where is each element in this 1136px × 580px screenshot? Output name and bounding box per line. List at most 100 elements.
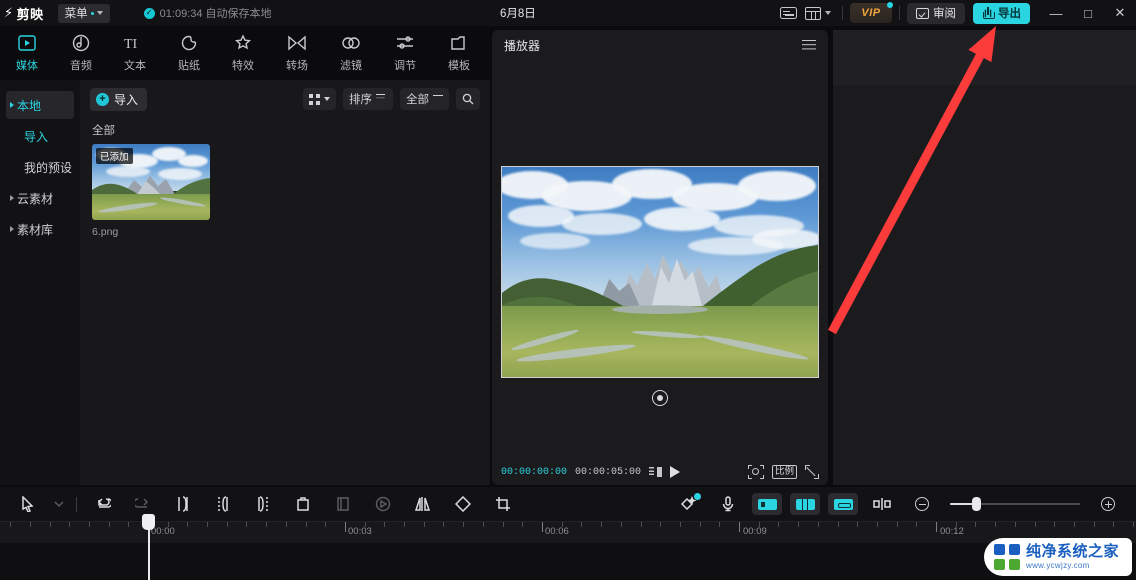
- close-button[interactable]: ✕: [1104, 0, 1136, 26]
- split-track-icon[interactable]: [862, 489, 902, 519]
- media-item-card[interactable]: 已添加 6.png: [92, 144, 210, 238]
- cursor-dropdown-icon[interactable]: [48, 489, 70, 519]
- tab-filter[interactable]: 滤镜: [324, 28, 378, 78]
- export-button[interactable]: 导出: [973, 2, 1030, 24]
- sort-button[interactable]: 排序: [343, 88, 393, 110]
- sort-label: 排序: [349, 94, 372, 106]
- fit-to-screen-icon[interactable]: [747, 465, 764, 479]
- zoom-out-icon[interactable]: [902, 489, 942, 519]
- upload-icon: [982, 7, 995, 19]
- zoom-slider[interactable]: [950, 497, 1080, 511]
- player-panel: 播放器 00:00:00:00 00:00:05:00 比例: [492, 30, 828, 485]
- play-icon[interactable]: [670, 466, 681, 478]
- ruler-tick-minor: [286, 522, 287, 527]
- player-controls: 00:00:00:00 00:00:05:00 比例: [492, 459, 828, 485]
- split-icon[interactable]: [163, 489, 203, 519]
- chevron-right-icon: [10, 195, 14, 201]
- slider-handle[interactable]: [972, 497, 981, 511]
- ruler-tick-minor: [719, 522, 720, 527]
- maximize-button[interactable]: □: [1072, 0, 1104, 26]
- jianying-editor-window: ⚡ 剪映 菜单 ✓ 01:09:34 自动保存本地 6月8日 VIP 审阅 导出…: [0, 0, 1136, 580]
- delete-icon[interactable]: [283, 489, 323, 519]
- microphone-icon[interactable]: [708, 489, 748, 519]
- svg-text:TI: TI: [124, 37, 138, 51]
- hamburger-icon[interactable]: [802, 39, 816, 51]
- menu-button[interactable]: 菜单: [57, 3, 110, 23]
- grid-view-button[interactable]: [303, 88, 336, 110]
- ruler-tick-minor: [503, 522, 504, 527]
- ruler-tick-minor: [1035, 522, 1036, 527]
- tab-template[interactable]: 模板: [432, 28, 486, 78]
- search-button[interactable]: [456, 88, 480, 110]
- ruler-tick-minor: [916, 522, 917, 527]
- sort-icon: [376, 94, 387, 104]
- sidebar-item-my-presets[interactable]: 我的预设: [6, 153, 74, 181]
- select-cursor-icon[interactable]: [8, 489, 48, 519]
- ruler-tick-minor: [30, 522, 31, 527]
- clip-tool-3-icon[interactable]: [828, 493, 858, 515]
- tab-audio[interactable]: 音频: [54, 28, 108, 78]
- vip-button[interactable]: VIP: [850, 2, 893, 23]
- tab-adjust[interactable]: 调节: [378, 28, 432, 78]
- trim-left-icon[interactable]: [203, 489, 243, 519]
- ruler-tick-minor: [89, 522, 90, 527]
- sticker-icon: [180, 33, 198, 53]
- sidebar-item-cloud-material[interactable]: 云素材: [6, 184, 74, 212]
- ruler-label: 00:00: [151, 526, 175, 537]
- frames-icon[interactable]: [649, 467, 663, 477]
- clip-tool-1-icon[interactable]: [752, 493, 782, 515]
- sidebar-item-material-library[interactable]: 素材库: [6, 215, 74, 243]
- zoom-in-icon[interactable]: [1088, 489, 1128, 519]
- divider: [842, 6, 843, 20]
- chevron-down-icon: [96, 11, 103, 15]
- timeline-ruler[interactable]: 00:00 00:03 00:06 00:09 00:12: [0, 521, 1136, 543]
- trim-right-icon[interactable]: [243, 489, 283, 519]
- freeze-frame-icon[interactable]: [323, 489, 363, 519]
- rotate-icon[interactable]: [443, 489, 483, 519]
- watermark-logo-icon: [994, 544, 1020, 570]
- sidebar-item-import[interactable]: 导入: [6, 122, 74, 150]
- close-icon: ✕: [1114, 5, 1126, 20]
- import-button[interactable]: + 导入: [90, 87, 148, 111]
- tab-media[interactable]: 媒体: [0, 28, 54, 78]
- transition-icon: [287, 33, 307, 53]
- ruler-tick-major: [739, 522, 740, 532]
- filter-button[interactable]: 全部: [400, 88, 449, 110]
- sidebar-item-local[interactable]: 本地: [6, 91, 74, 119]
- ruler-tick-minor: [207, 522, 208, 527]
- tool-tabs: 媒体 音频 TI 文本 贴纸 特效 转场 滤镜 调节 模板: [0, 26, 490, 80]
- divider: [899, 6, 900, 20]
- ruler-label: 00:03: [348, 526, 372, 537]
- tab-sticker[interactable]: 贴纸: [162, 28, 216, 78]
- video-preview[interactable]: [501, 166, 819, 378]
- clip-tool-2-icon[interactable]: [790, 493, 820, 515]
- auto-keyframe-icon[interactable]: [668, 489, 708, 519]
- library-sidebar: 本地 导入 我的预设 云素材 素材库: [0, 80, 80, 485]
- review-button[interactable]: 审阅: [907, 2, 965, 24]
- speed-icon[interactable]: [363, 489, 403, 519]
- playhead-handle[interactable]: [142, 514, 155, 530]
- tab-text[interactable]: TI 文本: [108, 28, 162, 78]
- undo-icon[interactable]: [83, 489, 123, 519]
- tab-effects-label: 特效: [232, 60, 254, 72]
- review-label: 审阅: [933, 8, 956, 20]
- ruler-tick-minor: [109, 522, 110, 527]
- ruler-tick-minor: [857, 522, 858, 527]
- timeline-tracks[interactable]: [0, 543, 1136, 580]
- ruler-label: 00:12: [940, 526, 964, 537]
- ruler-tick-minor: [1054, 522, 1055, 527]
- ruler-tick-minor: [10, 522, 11, 527]
- plus-icon: +: [96, 92, 109, 106]
- fullscreen-icon[interactable]: [805, 465, 819, 479]
- refresh-icon[interactable]: [652, 390, 668, 406]
- layout-button[interactable]: [801, 3, 835, 23]
- keyboard-shortcuts-button[interactable]: [775, 3, 801, 23]
- tab-effects[interactable]: 特效: [216, 28, 270, 78]
- tab-transition[interactable]: 转场: [270, 28, 324, 78]
- crop-icon[interactable]: [483, 489, 523, 519]
- minimize-button[interactable]: —: [1040, 0, 1072, 26]
- mirror-icon[interactable]: [403, 489, 443, 519]
- current-timecode: 00:00:00:00: [501, 466, 568, 478]
- watermark: 纯净系统之家 www.ycwjzy.com: [984, 538, 1132, 576]
- ratio-button[interactable]: 比例: [771, 465, 797, 479]
